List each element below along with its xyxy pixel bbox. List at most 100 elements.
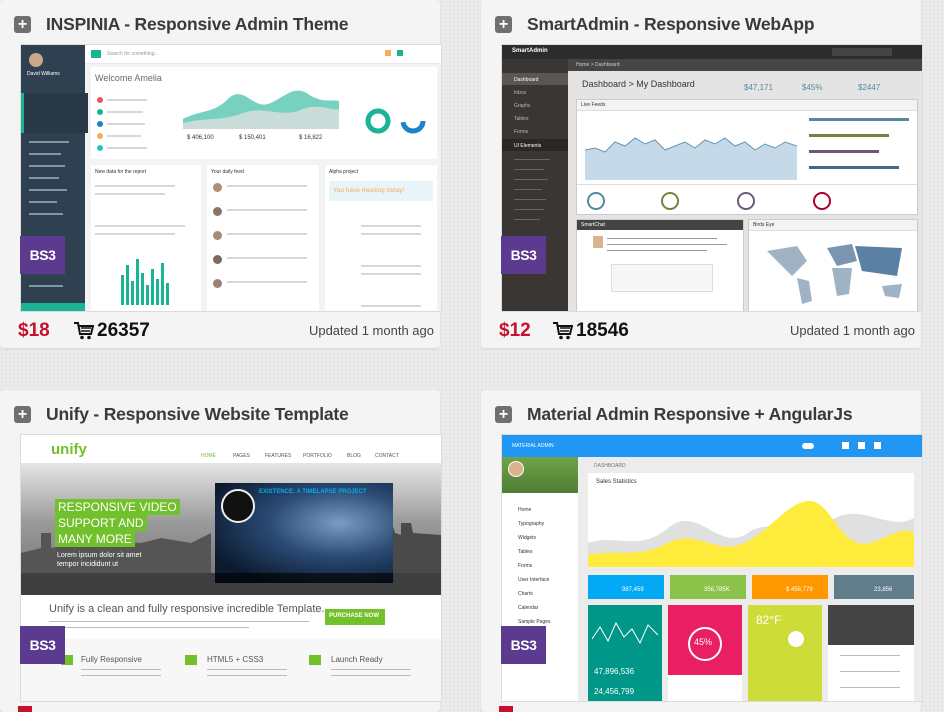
preview-stat-1: $ 406,100 <box>187 135 214 141</box>
preview-user: David Williams <box>27 71 60 77</box>
card-title[interactable]: + Unify - Responsive Website Template <box>14 402 349 426</box>
card-title-text[interactable]: Material Admin Responsive + AngularJs <box>527 404 853 425</box>
preview-chart-title: Sales Statistics <box>596 479 637 485</box>
bs3-badge: BS3 <box>20 236 65 274</box>
preview-stat: $45% <box>802 83 823 92</box>
preview-stat: $47,171 <box>744 83 773 92</box>
card-title-text[interactable]: SmartAdmin - Responsive WebApp <box>527 14 815 35</box>
bs3-badge: BS3 <box>501 236 546 274</box>
preview-hero-line: SUPPORT AND <box>58 516 144 530</box>
theme-preview-image[interactable]: MATERIAL ADMIN Home Typography Widgets T… <box>501 434 923 702</box>
preview-nav: Calendar <box>518 605 539 611</box>
preview-nav: Forms <box>518 563 533 569</box>
bs3-badge: BS3 <box>20 626 65 664</box>
preview-nav: Dashboard <box>514 77 539 83</box>
preview-temp: 82°F <box>756 613 782 627</box>
card-title-text[interactable]: Unify - Responsive Website Template <box>46 404 349 425</box>
preview-nav: Sample Pages <box>518 619 551 625</box>
sales-count: 26357 <box>74 320 150 342</box>
price-fragment <box>499 706 513 712</box>
preview-nav: PAGES <box>233 453 250 459</box>
preview-nav: Widgets <box>518 535 537 541</box>
plus-icon[interactable]: + <box>14 15 31 33</box>
updated-text: Updated 1 month ago <box>789 323 915 338</box>
preview-nav: PORTFOLIO <box>303 453 332 459</box>
preview-search: Search for something... <box>107 51 159 57</box>
preview-sidebar: Home Typography Widgets Tables Forms Use… <box>502 457 578 701</box>
preview-nav: Inbox <box>514 90 527 96</box>
preview-feature: HTML5 + CSS3 <box>207 655 264 664</box>
theme-card-smartadmin[interactable]: + SmartAdmin - Responsive WebApp SmartAd… <box>481 0 923 348</box>
preview-stat: $2447 <box>858 83 881 92</box>
theme-preview-image[interactable]: David Williams Search for something... W… <box>20 44 442 312</box>
cart-icon <box>553 322 573 340</box>
preview-number: 47,896,536 <box>594 667 635 676</box>
preview-feature: Fully Responsive <box>81 655 142 664</box>
preview-hero-line: MANY MORE <box>58 532 132 546</box>
preview-welcome: Welcome Amelia <box>95 73 162 83</box>
plus-icon[interactable]: + <box>495 405 512 423</box>
preview-tile-value: 987,459 <box>622 587 644 593</box>
preview-nav: Tables <box>514 116 529 122</box>
preview-hero-sub: Lorem ipsum dolor sit amet tempor incidi… <box>57 552 142 568</box>
preview-tile-value: 23,856 <box>874 587 893 593</box>
preview-nav: Typography <box>518 521 545 527</box>
card-title[interactable]: + Material Admin Responsive + AngularJs <box>495 402 853 426</box>
theme-preview-image[interactable]: unify HOME PAGES FEATURES PORTFOLIO BLOG… <box>20 434 442 702</box>
updated-text: Updated 1 month ago <box>308 323 434 338</box>
card-footer: $18 26357 Updated 1 month ago <box>0 318 440 342</box>
theme-card-inspinia[interactable]: + INSPINIA - Responsive Admin Theme Davi… <box>0 0 442 348</box>
preview-breadcrumb: Home > Dashboard <box>576 62 620 68</box>
preview-nav: Forms <box>514 129 529 135</box>
plus-icon[interactable]: + <box>495 15 512 33</box>
preview-tile-value: $ 458,778 <box>786 587 813 593</box>
price: $12 <box>499 320 531 341</box>
preview-panel-title: Birds Eye <box>753 222 775 228</box>
preview-tagline: Unify is a clean and fully responsive in… <box>49 603 325 615</box>
preview-percent: 45% <box>694 637 713 647</box>
preview-stat-2: $ 150,401 <box>239 135 266 141</box>
card-title[interactable]: + SmartAdmin - Responsive WebApp <box>495 12 815 36</box>
preview-stat-3: $ 16,822 <box>299 135 323 141</box>
preview-feature: Launch Ready <box>331 655 383 664</box>
theme-card-material-admin[interactable]: + Material Admin Responsive + AngularJs … <box>481 390 923 712</box>
price: $18 <box>18 320 50 341</box>
preview-hero-line: RESPONSIVE VIDEO <box>58 500 177 514</box>
theme-preview-image[interactable]: SmartAdmin Dashboard Inbox Graphs Tables… <box>501 44 923 312</box>
preview-nav: HOME <box>201 453 216 459</box>
preview-nav: Home <box>518 507 532 513</box>
preview-brand: SmartAdmin <box>512 48 548 54</box>
preview-nav: CONTACT <box>375 453 399 459</box>
preview-panel-title: Your daily feed <box>211 169 244 175</box>
preview-panel-title: SmartChat <box>581 222 605 228</box>
sales-value: 18546 <box>576 320 629 341</box>
price-fragment <box>18 706 32 712</box>
preview-logo: unify <box>51 441 87 458</box>
preview-heading: Dashboard > My Dashboard <box>582 79 695 89</box>
preview-brand: MATERIAL ADMIN <box>512 443 554 449</box>
preview-nav: Graphs <box>514 103 531 109</box>
card-footer: $12 18546 Updated 1 month ago <box>481 318 921 342</box>
bs3-badge: BS3 <box>501 626 546 664</box>
preview-panel-title: New data for the report <box>95 169 147 175</box>
preview-nav: Tables <box>518 549 533 555</box>
preview-nav: User Interface <box>518 577 550 583</box>
preview-cta: PURCHASE NOW <box>329 613 380 619</box>
card-title[interactable]: + INSPINIA - Responsive Admin Theme <box>14 12 349 36</box>
preview-meeting: You have meeting today! <box>333 187 405 194</box>
theme-card-unify[interactable]: + Unify - Responsive Website Template un… <box>0 390 442 712</box>
plus-icon[interactable]: + <box>14 405 31 423</box>
preview-nav: BLOG <box>347 453 361 459</box>
preview-section: DASHBOARD <box>594 463 626 469</box>
preview-nav: Charts <box>518 591 533 597</box>
cart-icon <box>74 322 94 340</box>
preview-tile-value: 356,785K <box>704 587 730 593</box>
preview-number: 24,456,799 <box>594 687 635 696</box>
card-title-text[interactable]: INSPINIA - Responsive Admin Theme <box>46 14 349 35</box>
preview-panel-title: Live Feeds <box>581 102 606 108</box>
preview-panel-title: Alpha project <box>329 169 359 175</box>
preview-nav: FEATURES <box>265 453 292 459</box>
sales-value: 26357 <box>97 320 150 341</box>
preview-video-title: EXISTENCE: A TIMELAPSE PROJECT <box>259 489 367 495</box>
preview-nav: UI Elements <box>514 143 542 149</box>
